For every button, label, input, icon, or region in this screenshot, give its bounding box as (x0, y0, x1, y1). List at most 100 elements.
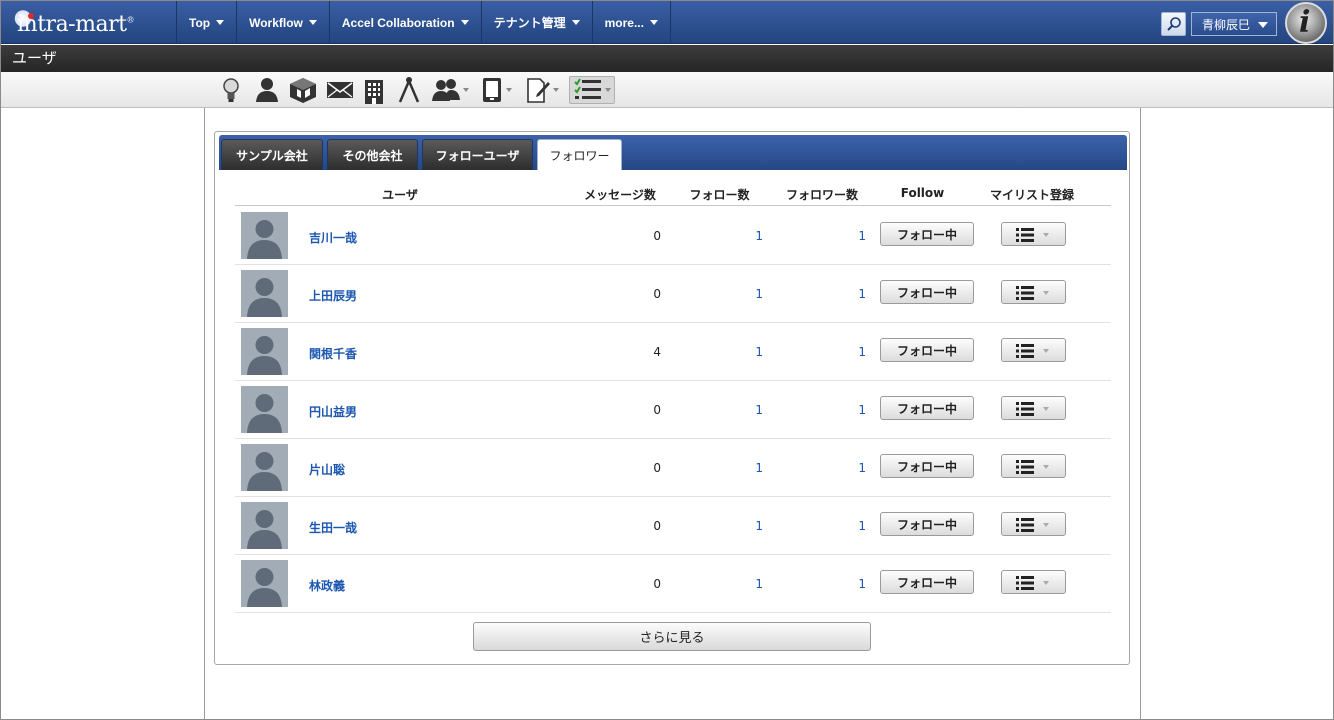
table-header: ユーザ メッセージ数 フォロー数 フォロワー数 Follow マイリスト登録 (235, 182, 1111, 206)
message-count: 0 (653, 461, 661, 475)
app-toolbar (1, 72, 1333, 108)
chevron-down-icon (463, 88, 469, 92)
user-name-link[interactable]: 生田一哉 (309, 519, 357, 536)
follow-count-link[interactable]: 1 (723, 461, 763, 475)
avatar[interactable] (241, 212, 288, 259)
tab-strip: サンプル会社 その他会社 フォローユーザ フォロワー (219, 135, 1127, 170)
mylist-dropdown-button[interactable] (1001, 570, 1066, 594)
avatar[interactable] (241, 444, 288, 491)
follower-count-link[interactable]: 1 (826, 519, 866, 533)
user-name: 青柳辰巳 (1202, 17, 1251, 32)
chevron-down-icon (1043, 581, 1049, 585)
chevron-down-icon (1043, 523, 1049, 527)
follow-count-link[interactable]: 1 (723, 229, 763, 243)
mylist-dropdown-button[interactable] (1001, 454, 1066, 478)
follow-count-link[interactable]: 1 (723, 577, 763, 591)
follow-count-link[interactable]: 1 (723, 403, 763, 417)
list-icon (1016, 576, 1034, 590)
avatar[interactable] (241, 502, 288, 549)
follower-count-link[interactable]: 1 (826, 345, 866, 359)
following-button[interactable]: フォロー中 (880, 338, 974, 362)
search-button[interactable] (1161, 12, 1186, 36)
chevron-down-icon (1043, 349, 1049, 353)
list-icon (1016, 286, 1034, 300)
following-button[interactable]: フォロー中 (880, 454, 974, 478)
app-window: intra-mart® Top Workflow Accel Collabora… (0, 0, 1334, 720)
chevron-down-icon (1043, 465, 1049, 469)
message-count: 4 (653, 345, 661, 359)
follow-count-link[interactable]: 1 (723, 345, 763, 359)
menu-more[interactable]: more... (591, 1, 671, 44)
user-name-link[interactable]: 関根千香 (309, 345, 357, 362)
avatar[interactable] (241, 328, 288, 375)
tab-other-company[interactable]: その他会社 (327, 139, 418, 170)
phone-icon[interactable] (480, 76, 512, 104)
product-badge-icon: i (1285, 2, 1327, 44)
tab-sample-company[interactable]: サンプル会社 (221, 139, 323, 170)
menu-top[interactable]: Top (176, 1, 236, 44)
message-count: 0 (653, 403, 661, 417)
tab-followers[interactable]: フォロワー (537, 139, 622, 170)
menu-tenant-admin[interactable]: テナント管理 (480, 1, 592, 44)
message-count: 0 (653, 519, 661, 533)
chevron-down-icon (216, 20, 225, 25)
follow-count-link[interactable]: 1 (723, 519, 763, 533)
user-name-link[interactable]: 吉川一哉 (309, 229, 357, 246)
follower-count-link[interactable]: 1 (826, 229, 866, 243)
following-button[interactable]: フォロー中 (880, 280, 974, 304)
mylist-dropdown-button[interactable] (1001, 338, 1066, 362)
user-name-link[interactable]: 円山益男 (309, 403, 357, 420)
avatar[interactable] (241, 386, 288, 433)
menu-accel-collaboration[interactable]: Accel Collaboration (328, 1, 481, 44)
list-icon (1016, 518, 1034, 532)
user-name-link[interactable]: 片山聡 (309, 461, 345, 478)
tab-following-users[interactable]: フォローユーザ (422, 139, 533, 170)
search-icon (1167, 17, 1181, 31)
column-header-user: ユーザ (382, 188, 418, 202)
user-name-link[interactable]: 林政義 (309, 577, 345, 594)
mylist-dropdown-button[interactable] (1001, 512, 1066, 536)
mylist-dropdown-button[interactable] (1001, 396, 1066, 420)
chevron-down-icon (460, 20, 469, 25)
following-button[interactable]: フォロー中 (880, 570, 974, 594)
show-more-button[interactable]: さらに見る (473, 622, 871, 651)
building-icon[interactable] (363, 76, 385, 104)
chevron-down-icon (1258, 22, 1268, 28)
cube-icon[interactable] (288, 76, 318, 104)
chevron-down-icon (1043, 291, 1049, 295)
group-icon[interactable] (431, 76, 469, 104)
column-header-followers: フォロワー数 (785, 188, 858, 202)
intra-mart-logo[interactable]: intra-mart® (11, 6, 171, 40)
avatar[interactable] (241, 560, 288, 607)
page-title: ユーザ (1, 45, 1333, 72)
following-button[interactable]: フォロー中 (880, 512, 974, 536)
lightbulb-icon[interactable] (221, 76, 241, 104)
follower-count-link[interactable]: 1 (826, 403, 866, 417)
following-button[interactable]: フォロー中 (880, 222, 974, 246)
list-icon (1016, 402, 1034, 416)
table-row: 片山聡 0 1 1 フォロー中 (235, 439, 1111, 497)
following-button[interactable]: フォロー中 (880, 396, 974, 420)
mylist-dropdown-button[interactable] (1001, 222, 1066, 246)
top-navigation: intra-mart® Top Workflow Accel Collabora… (1, 1, 1333, 44)
column-header-follow: Follow (900, 186, 945, 200)
user-menu-button[interactable]: 青柳辰巳 (1191, 12, 1277, 36)
avatar[interactable] (241, 270, 288, 317)
chevron-down-icon (1043, 233, 1049, 237)
column-header-follows: フォロー数 (689, 188, 750, 202)
menu-workflow[interactable]: Workflow (236, 1, 329, 44)
list-icon (1016, 344, 1034, 358)
compass-icon[interactable] (397, 76, 421, 104)
follower-count-link[interactable]: 1 (826, 287, 866, 301)
message-count: 0 (653, 287, 661, 301)
follower-count-link[interactable]: 1 (826, 461, 866, 475)
person-icon[interactable] (253, 76, 281, 104)
list-icon (1016, 460, 1034, 474)
follow-count-link[interactable]: 1 (723, 287, 763, 301)
edit-icon[interactable] (525, 76, 559, 104)
mail-icon[interactable] (326, 76, 354, 104)
follower-count-link[interactable]: 1 (826, 577, 866, 591)
user-name-link[interactable]: 上田辰男 (309, 287, 357, 304)
checklist-icon[interactable] (569, 76, 615, 104)
mylist-dropdown-button[interactable] (1001, 280, 1066, 304)
